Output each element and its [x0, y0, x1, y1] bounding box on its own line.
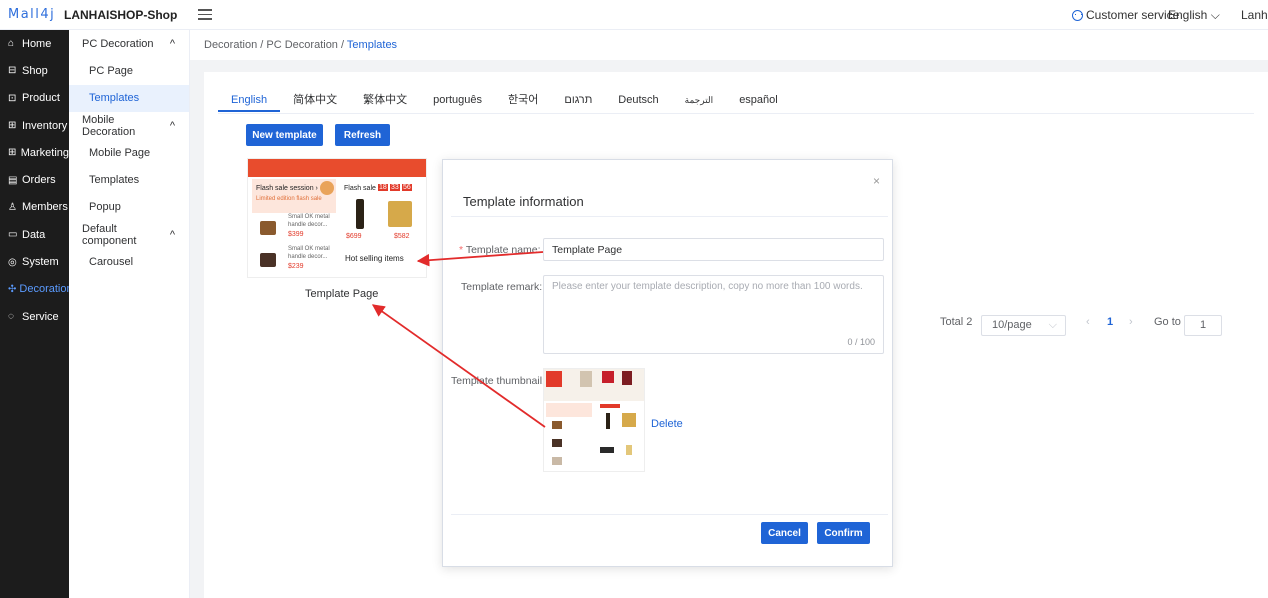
arrow-to-card: [416, 251, 544, 267]
app-root: Mall4j LANHAISHOP-Shop Customer service …: [0, 0, 1268, 598]
annotation-arrows: [371, 251, 546, 428]
arrow-to-title: [371, 304, 546, 428]
